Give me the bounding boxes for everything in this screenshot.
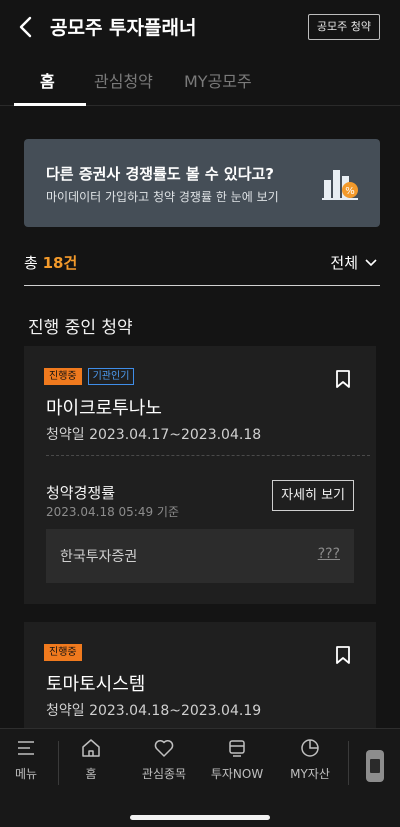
total-count-value: 18건: [42, 254, 78, 272]
svg-text:%: %: [345, 186, 355, 197]
ipo-subscription-button[interactable]: 공모주 청약: [307, 14, 380, 40]
header: 공모주 투자플래너 공모주 청약: [0, 0, 400, 54]
bookmark-icon[interactable]: [334, 369, 352, 389]
tv-icon: [229, 740, 245, 757]
menu-icon: [18, 741, 34, 755]
broker-name: 한국투자증권: [60, 549, 138, 565]
status-badge: 진행중: [44, 368, 82, 385]
total-prefix: 총: [24, 254, 38, 272]
badge-group: 진행중 기관인기: [44, 368, 135, 385]
divider: [46, 455, 370, 456]
tab-home[interactable]: 홈: [40, 68, 55, 92]
competition-title: 청약경쟁률: [46, 484, 116, 502]
broker-value-link[interactable]: ???: [318, 546, 340, 562]
heart-icon: [154, 740, 174, 757]
banner-title: 다른 증권사 경쟁률도 볼 수 있다고?: [46, 165, 275, 183]
result-count-row: 총 18건 전체: [24, 252, 380, 286]
nav-separator: [58, 741, 59, 785]
broker-row: 한국투자증권 ???: [46, 529, 354, 583]
nav-label: MY자산: [290, 767, 330, 781]
nav-label: 메뉴: [14, 767, 38, 781]
chevron-down-icon: [365, 258, 377, 266]
nav-home[interactable]: 홈: [61, 737, 121, 782]
nav-my-assets[interactable]: MY자산: [280, 737, 340, 782]
tab-watchlist[interactable]: 관심청약: [94, 68, 153, 92]
ipo-card[interactable]: 진행중 기관인기 마이크로투나노 청약일 2023.04.17~2023.04.…: [24, 346, 376, 604]
badge-group: 진행중: [44, 644, 82, 661]
total-count: 총 18건: [24, 252, 77, 273]
details-button[interactable]: 자세히 보기: [272, 480, 354, 511]
competition-time: 2023.04.18 05:49 기준: [46, 505, 179, 519]
banner-subtitle: 마이데이터 가입하고 청약 경쟁률 한 눈에 보기: [46, 190, 279, 204]
home-icon: [82, 739, 100, 757]
phone-icon[interactable]: [364, 749, 386, 783]
filter-dropdown[interactable]: 전체: [330, 252, 378, 273]
pie-chart-icon: [301, 739, 319, 757]
popular-badge: 기관인기: [87, 368, 135, 385]
bottom-nav: 메뉴 홈 관심종목 투자NOW MY자산: [0, 728, 400, 827]
back-arrow-icon[interactable]: [14, 14, 40, 40]
status-badge: 진행중: [44, 644, 82, 661]
nav-label: 관심종목: [141, 767, 187, 781]
filter-label: 전체: [330, 254, 358, 272]
company-name: 마이크로투나노: [46, 398, 162, 419]
mydata-banner[interactable]: 다른 증권사 경쟁률도 볼 수 있다고? 마이데이터 가입하고 청약 경쟁률 한…: [24, 139, 380, 227]
nav-invest-now[interactable]: 투자NOW: [207, 737, 267, 782]
bookmark-icon[interactable]: [334, 645, 352, 665]
tab-bar: 홈 관심청약 MY공모주: [0, 62, 400, 106]
ipo-card[interactable]: 진행중 토마토시스템 청약일 2023.04.18~2023.04.19: [24, 622, 376, 732]
nav-separator: [348, 741, 349, 785]
active-tab-indicator: [14, 103, 86, 106]
subscription-date: 청약일 2023.04.17~2023.04.18: [46, 427, 262, 443]
nav-menu[interactable]: 메뉴: [0, 737, 56, 782]
home-indicator: [130, 815, 270, 820]
tab-my-ipo[interactable]: MY공모주: [184, 68, 252, 92]
subscription-date: 청약일 2023.04.18~2023.04.19: [46, 703, 262, 719]
section-title: 진행 중인 청약: [28, 318, 133, 338]
nav-label: 홈: [85, 767, 97, 781]
company-name: 토마토시스템: [46, 674, 146, 695]
nav-label: 투자NOW: [210, 767, 264, 781]
nav-watchlist[interactable]: 관심종목: [134, 737, 194, 782]
chart-percent-icon: %: [322, 170, 358, 200]
page-title: 공모주 투자플래너: [50, 17, 197, 39]
